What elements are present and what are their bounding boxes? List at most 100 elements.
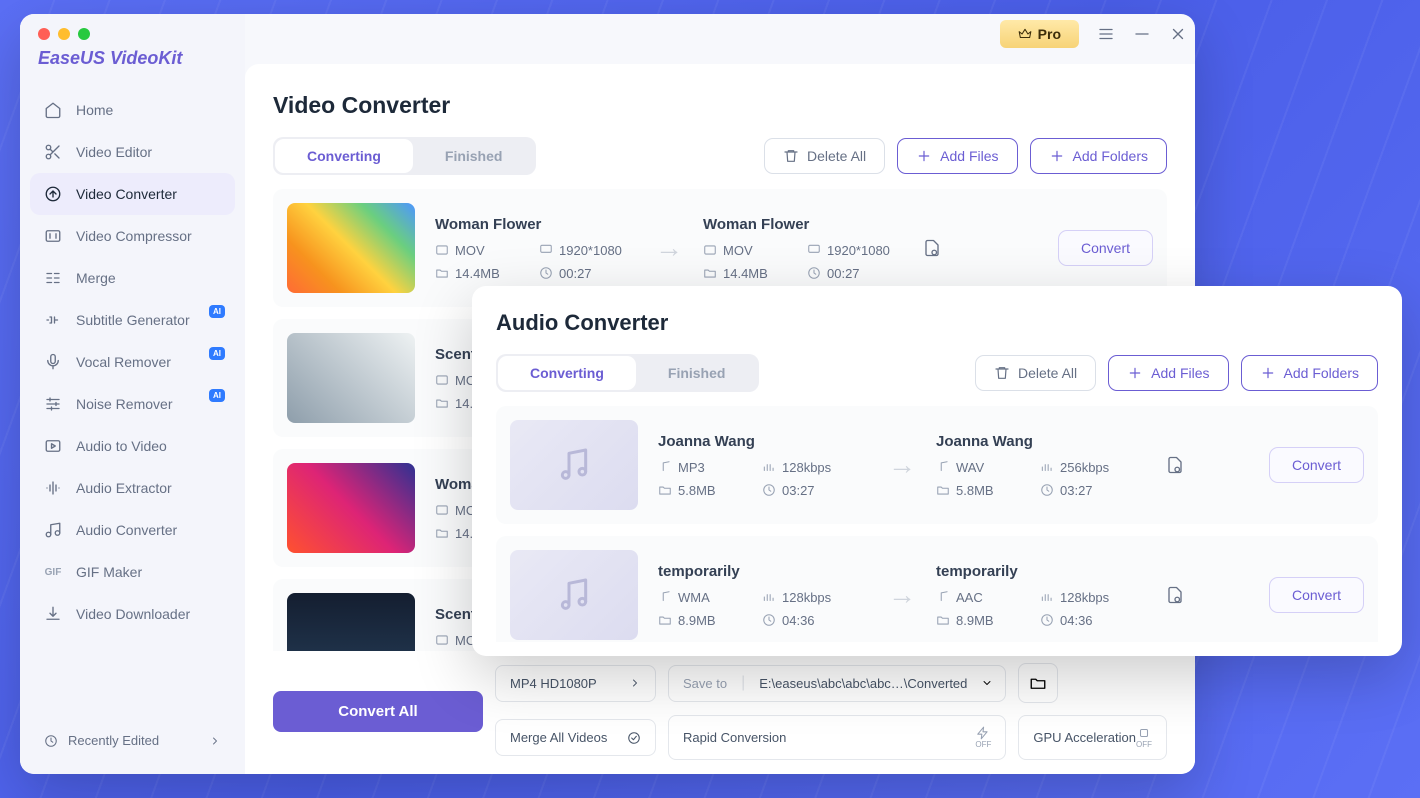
convert-button[interactable]: Convert xyxy=(1269,447,1364,483)
sidebar-item-label: Home xyxy=(76,102,113,118)
music-icon xyxy=(658,460,672,474)
audio-item: temporarily WMA128kbps8.9MB04:36 → tempo… xyxy=(496,536,1378,642)
clock-icon xyxy=(539,266,553,280)
folder-icon xyxy=(703,266,717,280)
brand: EaseUS VideoKit xyxy=(30,48,235,89)
trash-icon xyxy=(783,148,799,164)
music-icon xyxy=(44,521,62,539)
sidebar-item-label: Audio Extractor xyxy=(76,480,172,496)
menu-icon[interactable] xyxy=(1097,25,1115,43)
audio-item: Joanna Wang MP3128kbps5.8MB03:27 → Joann… xyxy=(496,406,1378,524)
subtitle-icon xyxy=(44,311,62,329)
compress-icon xyxy=(44,227,62,245)
save-path-box[interactable]: Save to|E:\easeus\abc\abc\abc…\Converted xyxy=(668,665,1006,702)
thumbnail xyxy=(287,203,415,293)
merge-icon xyxy=(44,269,62,287)
clock-icon xyxy=(762,483,776,497)
check-circle-icon xyxy=(627,731,641,745)
plus-icon xyxy=(1260,365,1276,381)
converter-icon xyxy=(44,185,62,203)
pro-badge[interactable]: Pro xyxy=(1000,20,1079,48)
crown-icon xyxy=(1018,27,1032,41)
download-icon xyxy=(44,605,62,623)
chevron-down-icon xyxy=(981,677,993,689)
arrow-icon: → xyxy=(655,232,683,264)
bolt-icon xyxy=(976,726,990,740)
sidebar-item-video-compressor[interactable]: Video Compressor xyxy=(30,215,235,257)
sliders-icon xyxy=(44,395,62,413)
sidebar-item-audio-converter[interactable]: Audio Converter xyxy=(30,509,235,551)
sidebar-item-vocal-remover[interactable]: Vocal Remover AI xyxy=(30,341,235,383)
gpu-toggle[interactable]: GPU AccelerationOFF xyxy=(1018,715,1167,760)
plus-icon xyxy=(1049,148,1065,164)
sidebar-item-home[interactable]: Home xyxy=(30,89,235,131)
thumbnail xyxy=(287,463,415,553)
convert-all-button[interactable]: Convert All xyxy=(273,691,483,732)
sidebar-item-video-converter[interactable]: Video Converter xyxy=(30,173,235,215)
sidebar-item-gif-maker[interactable]: GIFGIF Maker xyxy=(30,551,235,593)
sidebar-item-label: Video Editor xyxy=(76,144,152,160)
minimize-icon[interactable] xyxy=(1133,25,1151,43)
monitor-icon xyxy=(807,243,821,257)
sidebar-item-audio-extractor[interactable]: Audio Extractor xyxy=(30,467,235,509)
sidebar-item-label: Video Compressor xyxy=(76,228,192,244)
convert-button[interactable]: Convert xyxy=(1058,230,1153,266)
bars-icon xyxy=(762,460,776,474)
rapid-toggle[interactable]: Rapid ConversionOFF xyxy=(668,715,1006,760)
open-folder-button[interactable] xyxy=(1018,663,1058,703)
tab-converting[interactable]: Converting xyxy=(275,139,413,173)
tab-finished[interactable]: Finished xyxy=(413,139,535,173)
merge-toggle[interactable]: Merge All Videos xyxy=(495,719,656,756)
music-note-icon xyxy=(554,445,594,485)
delete-all-button[interactable]: Delete All xyxy=(975,355,1096,391)
recent-label: Recently Edited xyxy=(68,733,159,748)
recently-edited[interactable]: Recently Edited xyxy=(30,721,235,760)
sidebar-item-video-downloader[interactable]: Video Downloader xyxy=(30,593,235,635)
gif-icon: GIF xyxy=(44,563,62,581)
chevron-right-icon xyxy=(209,735,221,747)
sidebar-item-video-editor[interactable]: Video Editor xyxy=(30,131,235,173)
thumbnail xyxy=(510,420,638,510)
add-files-button[interactable]: Add Files xyxy=(897,138,1017,174)
maximize-dot[interactable] xyxy=(78,28,90,40)
sidebar-item-label: Subtitle Generator xyxy=(76,312,190,328)
file-settings-icon[interactable] xyxy=(1166,456,1184,474)
arrow-icon: → xyxy=(888,579,916,611)
clock-icon xyxy=(807,266,821,280)
sidebar-item-label: Noise Remover xyxy=(76,396,172,412)
sidebar-item-audio-to-video[interactable]: Audio to Video xyxy=(30,425,235,467)
music-note-icon xyxy=(554,575,594,615)
convert-button[interactable]: Convert xyxy=(1269,577,1364,613)
sidebar-item-subtitle-generator[interactable]: Subtitle GeneratorAI xyxy=(30,299,235,341)
ai-badge: AI xyxy=(209,389,225,402)
tab-converting[interactable]: Converting xyxy=(498,356,636,390)
tab-finished[interactable]: Finished xyxy=(636,356,758,390)
scissors-icon xyxy=(44,143,62,161)
chevron-right-icon xyxy=(629,677,641,689)
add-folders-button[interactable]: Add Folders xyxy=(1030,138,1167,174)
thumbnail xyxy=(287,593,415,651)
thumbnail xyxy=(287,333,415,423)
add-folders-button[interactable]: Add Folders xyxy=(1241,355,1378,391)
delete-all-button[interactable]: Delete All xyxy=(764,138,885,174)
minimize-dot[interactable] xyxy=(58,28,70,40)
audio-video-icon xyxy=(44,437,62,455)
source-title: Woman Flower xyxy=(435,216,635,233)
arrow-icon: → xyxy=(888,449,916,481)
page-title: Video Converter xyxy=(273,92,1167,119)
add-files-button[interactable]: Add Files xyxy=(1108,355,1228,391)
sidebar-item-label: Video Converter xyxy=(76,186,177,202)
close-icon[interactable] xyxy=(1169,25,1187,43)
format-select[interactable]: MP4 HD1080P xyxy=(495,665,656,702)
overlay-title: Audio Converter xyxy=(496,310,1378,336)
folder-icon xyxy=(1029,674,1047,692)
sidebar-item-label: Vocal Remover xyxy=(76,354,171,370)
ai-badge: AI xyxy=(209,347,225,360)
sidebar-item-label: Video Downloader xyxy=(76,606,190,622)
file-settings-icon[interactable] xyxy=(923,239,941,257)
sidebar-item-noise-remover[interactable]: Noise Remover AI xyxy=(30,383,235,425)
close-dot[interactable] xyxy=(38,28,50,40)
sidebar-item-merge[interactable]: Merge xyxy=(30,257,235,299)
audio-converter-panel: Audio Converter ConvertingFinished Delet… xyxy=(472,286,1402,656)
file-settings-icon[interactable] xyxy=(1166,586,1184,604)
